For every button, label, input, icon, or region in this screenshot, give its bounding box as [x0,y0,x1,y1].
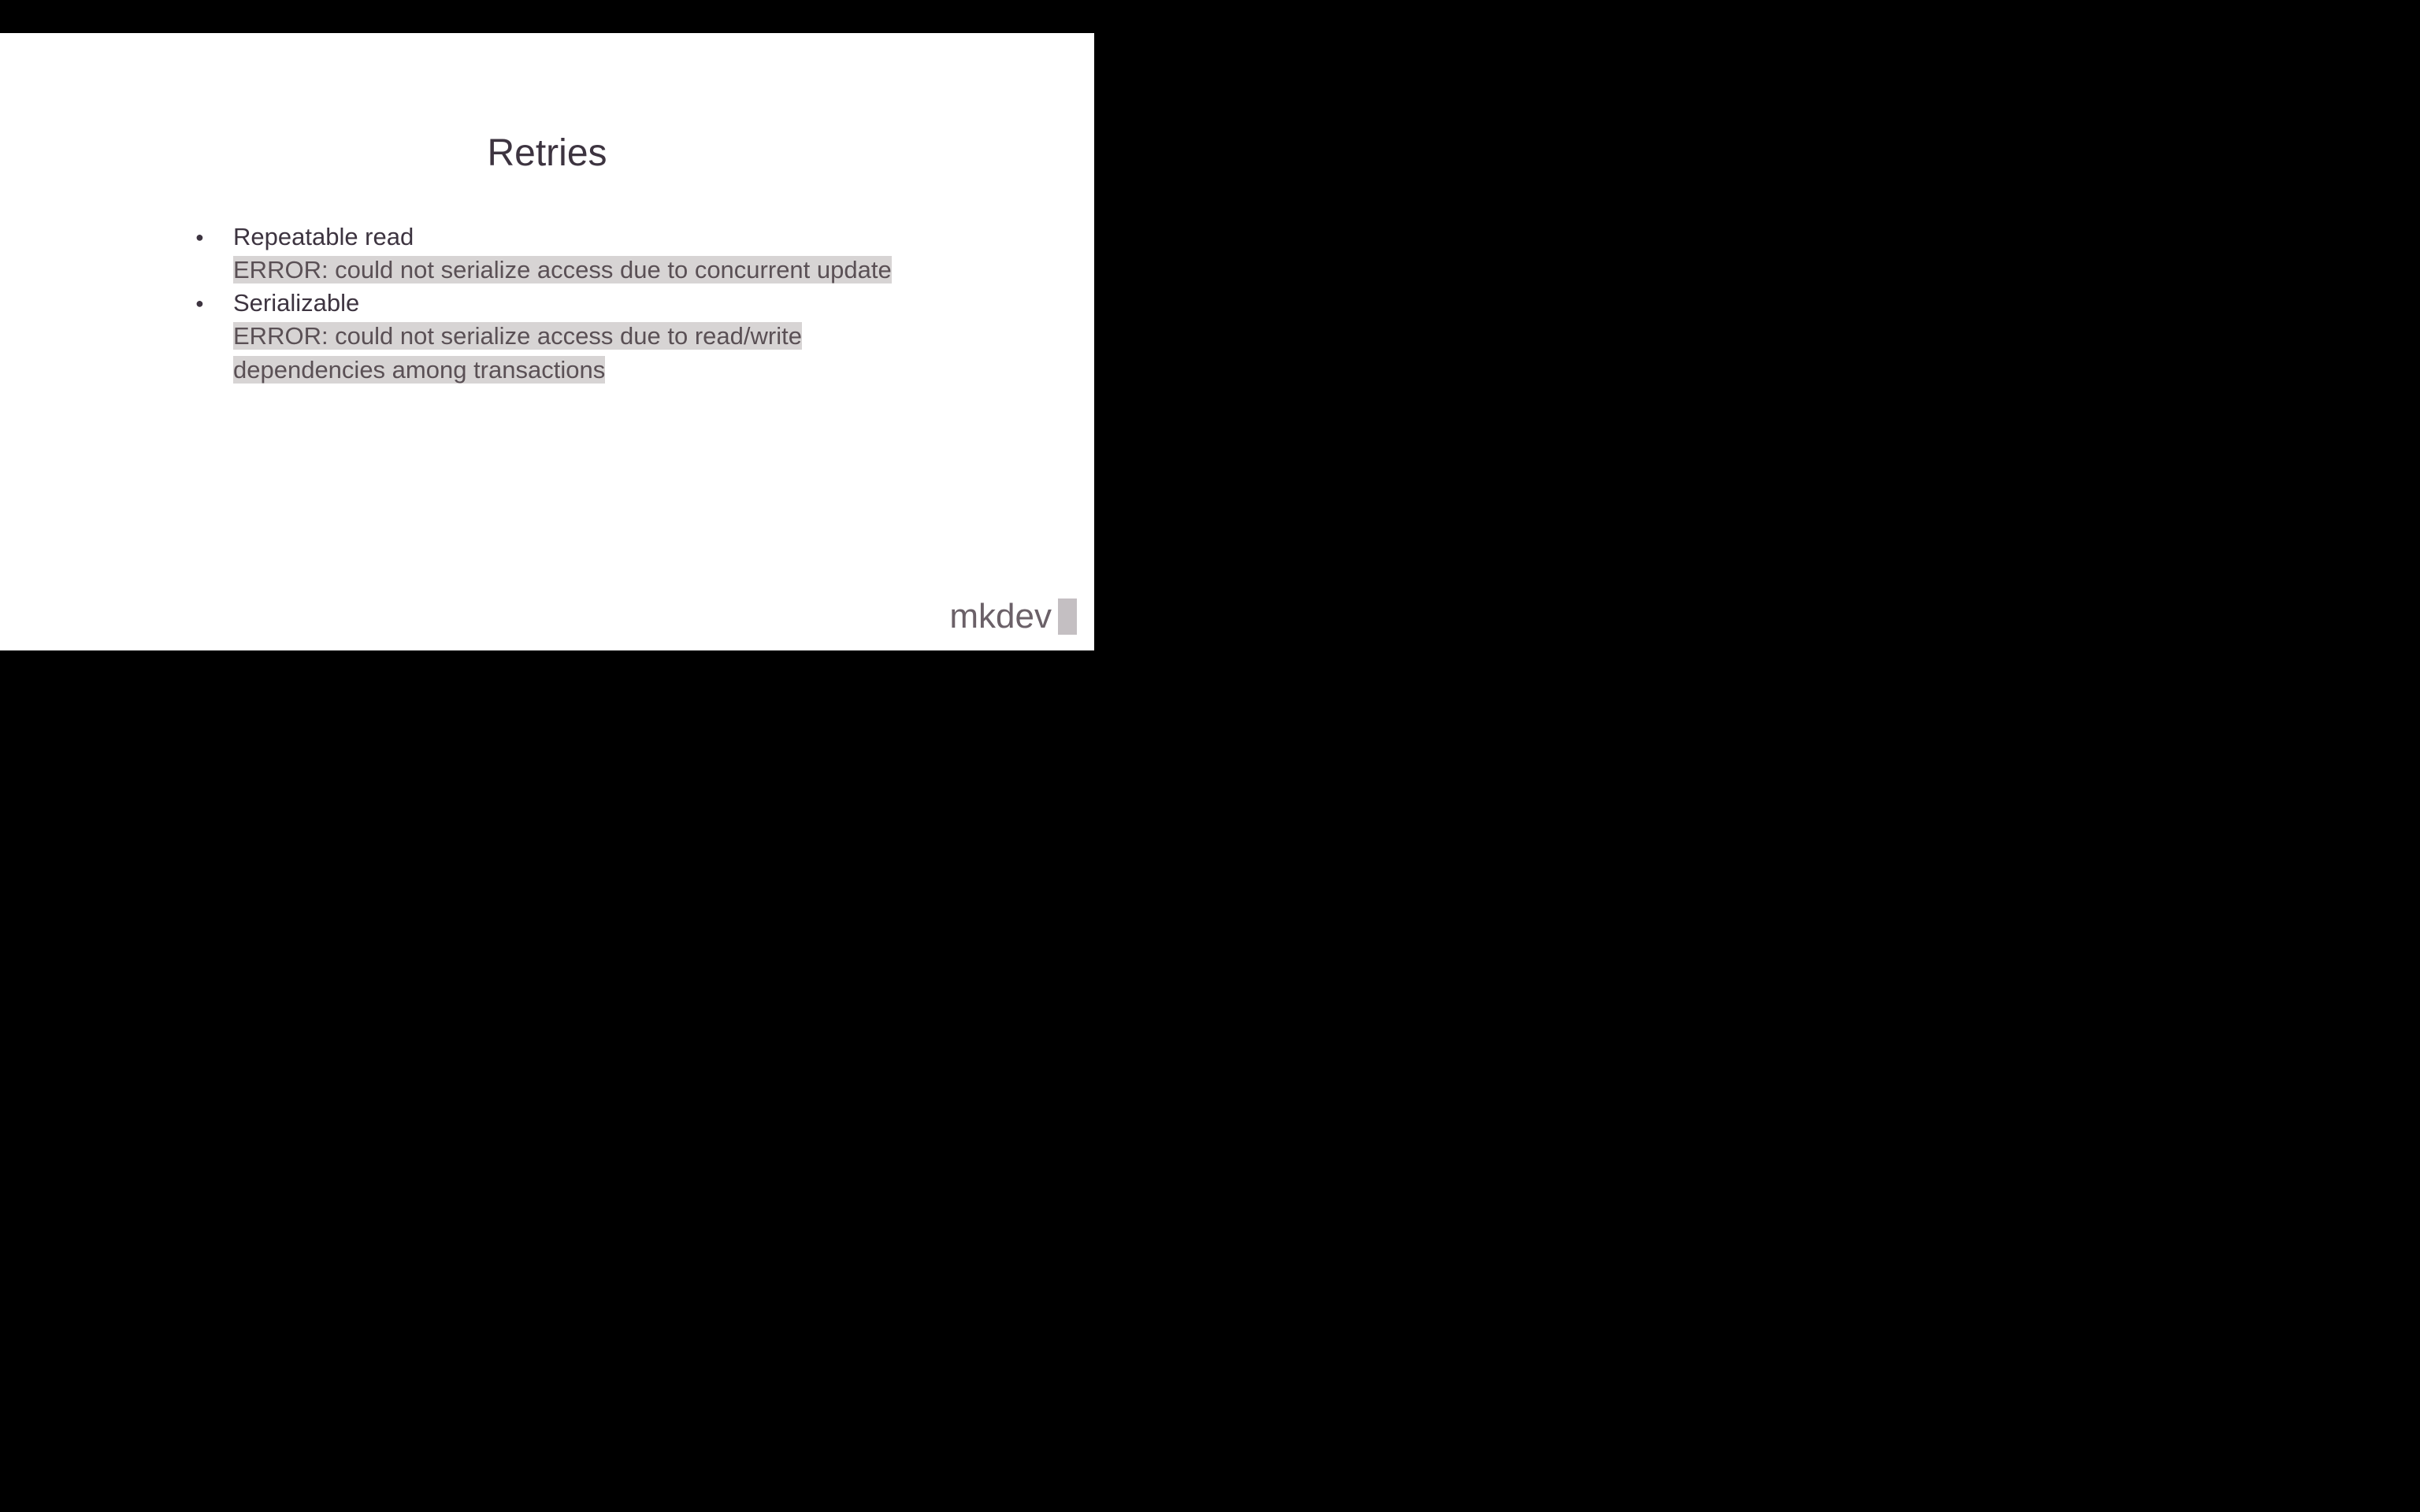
logo-block-icon [1058,598,1077,635]
slide-content: Repeatable read ERROR: could not seriali… [189,220,914,387]
slide-title: Retries [0,132,1094,175]
logo-text: mkdev [949,597,1052,636]
bullet-item: Repeatable read ERROR: could not seriali… [189,220,914,287]
error-message: ERROR: could not serialize access due to… [233,322,802,383]
bullet-label: Repeatable read [233,220,914,254]
bullet-list: Repeatable read ERROR: could not seriali… [189,220,914,387]
slide: Retries Repeatable read ERROR: could not… [0,33,1094,650]
error-message: ERROR: could not serialize access due to… [233,256,892,284]
brand-logo: mkdev [949,597,1077,636]
bullet-label: Serializable [233,287,914,320]
bullet-item: Serializable ERROR: could not serialize … [189,287,914,386]
